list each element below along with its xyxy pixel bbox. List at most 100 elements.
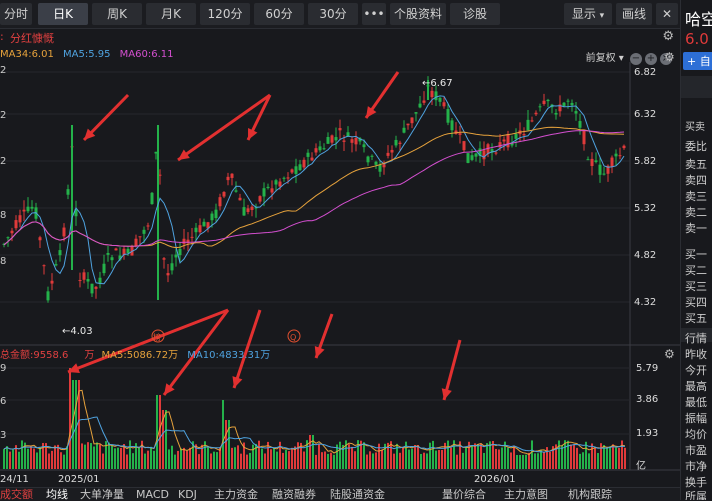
volume-bar bbox=[282, 452, 284, 469]
candle-body bbox=[278, 181, 282, 187]
volume-bar bbox=[393, 453, 395, 469]
candle-body bbox=[10, 230, 14, 234]
candle-body bbox=[14, 220, 18, 229]
candle-body bbox=[598, 164, 602, 175]
volume-bar bbox=[591, 443, 593, 469]
volume-bar bbox=[450, 447, 452, 469]
volume-bar bbox=[558, 440, 560, 469]
volume-bar bbox=[246, 454, 248, 469]
tab-turnover[interactable]: 成交额 bbox=[0, 489, 33, 501]
volume-bar bbox=[417, 445, 419, 469]
candle-body bbox=[378, 164, 382, 172]
tab-monthly-k[interactable]: 月K bbox=[146, 3, 196, 25]
volume-bar bbox=[612, 444, 614, 469]
candle-body bbox=[50, 280, 54, 284]
volume-bar bbox=[597, 453, 599, 469]
dividend-tag: 分红慷慨 bbox=[10, 32, 54, 45]
settings-gear-icon[interactable]: ⚙ bbox=[664, 347, 675, 361]
candle-body bbox=[554, 112, 558, 115]
candle-body bbox=[418, 103, 422, 108]
candle-body bbox=[330, 135, 334, 143]
volume-bar bbox=[273, 448, 275, 469]
tab-macd[interactable]: MACD bbox=[136, 489, 169, 501]
volume-bar bbox=[36, 452, 38, 469]
volume-bar bbox=[165, 410, 167, 469]
volume-bar bbox=[9, 451, 11, 469]
candle-body bbox=[110, 257, 114, 261]
ma34-line bbox=[3, 126, 625, 249]
draw-line-button[interactable]: 画线 bbox=[616, 3, 652, 25]
vol-ma10: MA10:4833.31万 bbox=[187, 350, 271, 361]
settings-gear-icon[interactable]: ⚙ bbox=[662, 29, 674, 44]
tab-margin[interactable]: 融资融券 bbox=[272, 489, 316, 501]
volume-bar bbox=[480, 443, 482, 469]
candle-body bbox=[382, 164, 386, 168]
tab-main-intent[interactable]: 主力意图 bbox=[504, 489, 548, 501]
candle-body bbox=[218, 197, 222, 207]
price-tick: 5.82 bbox=[634, 156, 657, 167]
candle-body bbox=[202, 221, 206, 227]
tab-volume-price[interactable]: 量价综合 bbox=[442, 489, 486, 501]
volume-bar bbox=[63, 454, 65, 469]
tab-big-order[interactable]: 大单净量 bbox=[80, 489, 124, 501]
tab-institution[interactable]: 机构跟踪 bbox=[568, 489, 612, 501]
volume-bar bbox=[573, 444, 575, 469]
candle-body bbox=[522, 134, 526, 136]
candle-body bbox=[226, 176, 230, 181]
volume-bar bbox=[111, 445, 113, 469]
more-periods-button[interactable]: ••• bbox=[362, 3, 386, 25]
candle-body bbox=[450, 120, 454, 131]
volume-bar bbox=[51, 450, 53, 469]
close-icon[interactable]: ✕ bbox=[656, 3, 678, 25]
candle-body bbox=[462, 141, 466, 151]
tab-30min[interactable]: 30分 bbox=[308, 3, 358, 25]
volume-bar bbox=[225, 420, 227, 469]
panel-label: 买四 bbox=[685, 296, 707, 309]
candle-body bbox=[230, 173, 234, 178]
volume-bar bbox=[81, 443, 83, 469]
display-dropdown[interactable]: 显示 ▾ bbox=[564, 3, 612, 25]
ma60-value: MA60:6.11 bbox=[119, 49, 174, 60]
volume-bar bbox=[144, 453, 146, 469]
volume-bar bbox=[513, 446, 515, 469]
tab-120min[interactable]: 120分 bbox=[200, 3, 250, 25]
volume-bar bbox=[510, 452, 512, 469]
volume-bar bbox=[297, 442, 299, 469]
volume-bar bbox=[93, 446, 95, 469]
kline-chart[interactable]: ←6.67 ←4.03 榜 Q bbox=[0, 62, 680, 487]
candle-body bbox=[138, 236, 142, 238]
tab-60min[interactable]: 60分 bbox=[254, 3, 304, 25]
volume-bar bbox=[102, 453, 104, 469]
volume-bar bbox=[117, 447, 119, 469]
volume-bar bbox=[447, 440, 449, 469]
tab-daily-k[interactable]: 日K bbox=[38, 3, 88, 25]
volume-bar bbox=[540, 450, 542, 469]
volume-bar bbox=[285, 449, 287, 469]
candle-body bbox=[318, 146, 322, 151]
candle-body bbox=[414, 112, 418, 114]
candle-body bbox=[238, 197, 242, 201]
candle-body bbox=[354, 138, 358, 145]
ma5-line bbox=[3, 95, 625, 285]
add-watchlist-button[interactable]: + 自 bbox=[683, 52, 712, 70]
tab-northbound[interactable]: 陆股通资金 bbox=[330, 489, 385, 501]
diagnose-button[interactable]: 诊股 bbox=[450, 3, 500, 25]
candle-body bbox=[282, 177, 286, 179]
candle-body bbox=[590, 158, 594, 167]
stock-profile-button[interactable]: 个股资料 bbox=[390, 3, 446, 25]
chevron-down-icon: ▾ bbox=[599, 11, 605, 21]
panel-label: 所属 bbox=[685, 490, 707, 500]
candle-body bbox=[422, 100, 426, 103]
volume-tick: 5.79 bbox=[636, 363, 659, 374]
tab-kdj[interactable]: KDJ bbox=[178, 489, 197, 501]
tab-weekly-k[interactable]: 周K bbox=[92, 3, 142, 25]
tab-ma[interactable]: 均线 bbox=[46, 489, 68, 501]
left-axis-label: 2 bbox=[0, 110, 7, 121]
candle-body bbox=[578, 121, 582, 128]
candle-body bbox=[374, 161, 378, 165]
candle-body bbox=[86, 279, 90, 282]
tab-intraday[interactable]: 分时 bbox=[0, 3, 32, 25]
tab-main-fund[interactable]: 主力资金 bbox=[214, 489, 258, 501]
candle-body bbox=[546, 99, 550, 102]
total-amount-unit: 万 bbox=[84, 350, 95, 361]
